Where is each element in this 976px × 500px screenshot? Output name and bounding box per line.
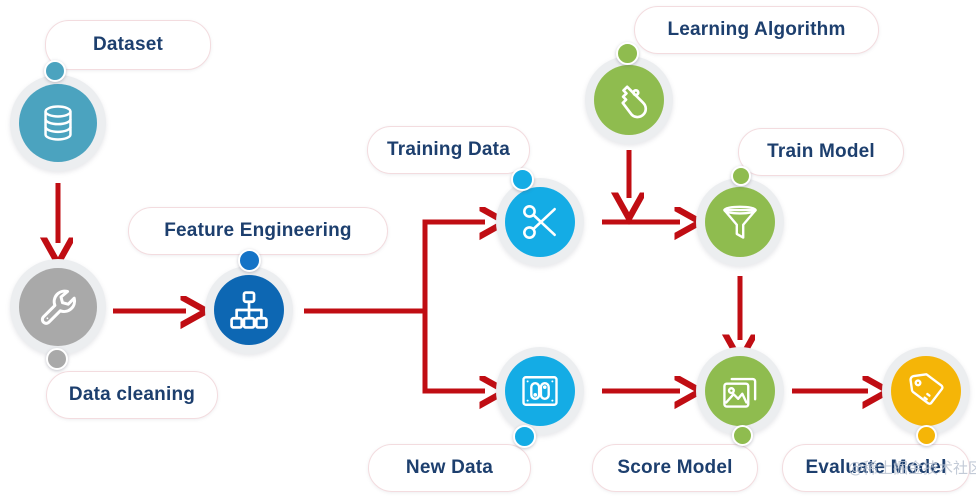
module-icon xyxy=(522,376,558,406)
watermark: @稀土掘金技术社区 xyxy=(848,459,976,477)
node-train-model[interactable] xyxy=(696,178,784,266)
node-disc xyxy=(214,275,284,345)
pill-label: Feature Engineering xyxy=(164,220,352,241)
node-disc xyxy=(505,356,575,426)
dot-dataset xyxy=(44,60,66,82)
node-evaluate-model[interactable] xyxy=(882,347,970,435)
node-dataset[interactable] xyxy=(10,75,106,171)
pill-label: Dataset xyxy=(92,34,164,55)
key-icon xyxy=(621,85,648,119)
pill-label: New Data xyxy=(405,457,494,478)
pill-learning-algorithm[interactable]: Learning Algorithm xyxy=(634,6,879,54)
dot-new-data xyxy=(513,425,536,448)
pill-label: Training Data xyxy=(387,139,510,160)
sitemap-icon xyxy=(230,291,268,329)
pill-train-model[interactable]: Train Model xyxy=(738,128,904,176)
node-disc xyxy=(505,187,575,257)
node-disc xyxy=(705,187,775,257)
dot-training-data xyxy=(511,168,534,191)
scissors-icon xyxy=(523,205,556,239)
node-disc xyxy=(19,268,97,346)
dot-train-model xyxy=(731,166,751,186)
pill-label: Learning Algorithm xyxy=(667,19,846,40)
pill-label: Train Model xyxy=(767,141,875,162)
node-disc xyxy=(594,65,664,135)
dot-data-cleaning xyxy=(46,348,68,370)
database-icon xyxy=(44,105,72,141)
node-disc xyxy=(705,356,775,426)
pill-dataset[interactable]: Dataset xyxy=(45,20,211,70)
pill-label: Data cleaning xyxy=(68,384,196,405)
node-learning-algorithm[interactable] xyxy=(585,56,673,144)
node-disc xyxy=(19,84,97,162)
pill-feature-engineering[interactable]: Feature Engineering xyxy=(128,207,388,255)
dot-learning-algorithm xyxy=(616,42,639,65)
dot-evaluate-model xyxy=(916,425,937,446)
tags-icon xyxy=(909,373,944,405)
wrench-icon xyxy=(40,289,77,325)
node-data-cleaning[interactable] xyxy=(10,259,106,355)
node-training-data[interactable] xyxy=(496,178,584,266)
node-score-model[interactable] xyxy=(696,347,784,435)
dot-score-model xyxy=(732,425,753,446)
pill-score-model[interactable]: Score Model xyxy=(592,444,758,492)
diagram-canvas: Dataset Data cleaning Feature Engineerin… xyxy=(0,0,976,500)
node-new-data[interactable] xyxy=(496,347,584,435)
dot-feature-engineering xyxy=(238,249,261,272)
images-icon xyxy=(723,377,757,408)
pill-new-data[interactable]: New Data xyxy=(368,444,531,492)
funnel-icon xyxy=(723,205,757,239)
pill-label: Score Model xyxy=(617,457,733,478)
node-feature-engineering[interactable] xyxy=(205,266,293,354)
pill-training-data[interactable]: Training Data xyxy=(367,126,530,174)
pill-data-cleaning[interactable]: Data cleaning xyxy=(46,371,218,419)
node-disc xyxy=(891,356,961,426)
